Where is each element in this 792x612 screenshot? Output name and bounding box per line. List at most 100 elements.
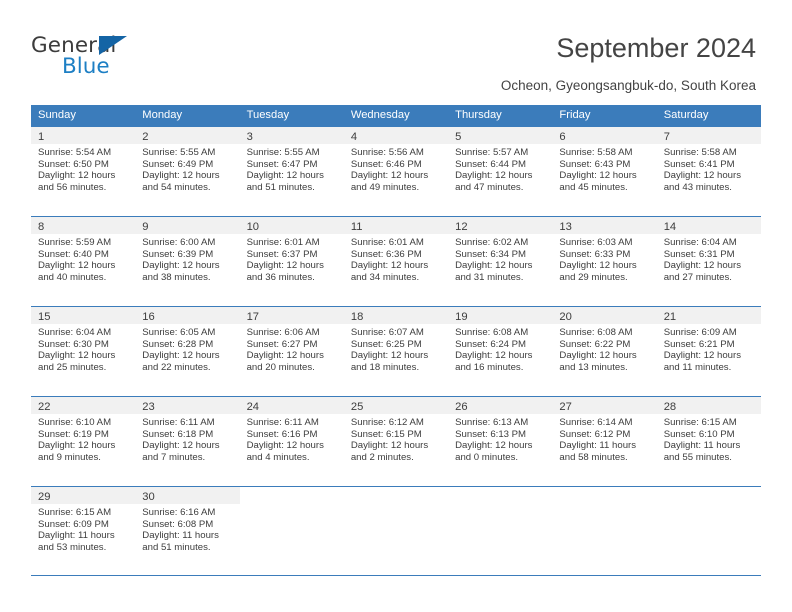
sunset-text: Sunset: 6:09 PM — [38, 518, 109, 530]
day-cell[interactable]: 13 Sunrise: 6:03 AM Sunset: 6:33 PM Dayl… — [552, 217, 657, 306]
sunset-text: Sunset: 6:10 PM — [663, 428, 735, 440]
day-cell[interactable]: 16 Sunrise: 6:05 AM Sunset: 6:28 PM Dayl… — [135, 307, 240, 396]
sunset-text: Sunset: 6:40 PM — [38, 248, 109, 260]
day-details: Sunrise: 5:54 AM Sunset: 6:50 PM Dayligh… — [31, 144, 135, 193]
daylight-text-line1: Daylight: 12 hours — [350, 170, 429, 182]
day-cell[interactable]: 5 Sunrise: 5:57 AM Sunset: 6:44 PM Dayli… — [448, 127, 553, 216]
day-details: Sunrise: 6:04 AM Sunset: 6:31 PM Dayligh… — [657, 234, 761, 283]
day-number-band: 23 — [135, 397, 240, 414]
daylight-text-line2: and 29 minutes. — [559, 271, 628, 283]
day-cell[interactable]: 7 Sunrise: 5:58 AM Sunset: 6:41 PM Dayli… — [656, 127, 761, 216]
day-details: Sunrise: 6:11 AM Sunset: 6:18 PM Dayligh… — [135, 414, 239, 463]
day-cell[interactable]: 30 Sunrise: 6:16 AM Sunset: 6:08 PM Dayl… — [135, 487, 240, 575]
day-details: Sunrise: 5:58 AM Sunset: 6:41 PM Dayligh… — [657, 144, 761, 193]
day-cell[interactable]: 3 Sunrise: 5:55 AM Sunset: 6:47 PM Dayli… — [239, 127, 344, 216]
day-cell[interactable]: 14 Sunrise: 6:04 AM Sunset: 6:31 PM Dayl… — [656, 217, 761, 306]
daylight-text-line1: Daylight: 12 hours — [455, 440, 533, 452]
sunset-text: Sunset: 6:12 PM — [559, 428, 631, 440]
sunset-text: Sunset: 6:31 PM — [663, 248, 735, 260]
day-number: 7 — [663, 131, 670, 143]
day-cell[interactable]: 18 Sunrise: 6:07 AM Sunset: 6:25 PM Dayl… — [343, 307, 449, 396]
day-number: 4 — [350, 131, 358, 143]
day-number-band: 3 — [239, 127, 344, 144]
day-number: 1 — [38, 131, 45, 143]
day-cell[interactable]: 17 Sunrise: 6:06 AM Sunset: 6:27 PM Dayl… — [239, 307, 344, 396]
daylight-text-line1: Daylight: 12 hours — [455, 170, 533, 182]
daylight-text-line2: and 36 minutes. — [246, 271, 315, 283]
day-cell[interactable]: 28 Sunrise: 6:15 AM Sunset: 6:10 PM Dayl… — [656, 397, 761, 486]
weekday-header-sunday: Sunday — [38, 109, 76, 121]
day-cell-empty — [239, 487, 344, 575]
day-number: 12 — [455, 221, 468, 233]
sunset-text: Sunset: 6:33 PM — [559, 248, 631, 260]
day-number-band: 26 — [448, 397, 553, 414]
day-number: 16 — [142, 311, 155, 323]
day-number-band: 11 — [343, 217, 449, 234]
day-cell[interactable]: 6 Sunrise: 5:58 AM Sunset: 6:43 PM Dayli… — [552, 127, 657, 216]
sunset-text: Sunset: 6:08 PM — [142, 518, 214, 530]
daylight-text-line2: and 25 minutes. — [38, 361, 107, 373]
sunrise-text: Sunrise: 6:01 AM — [350, 237, 424, 248]
daylight-text-line1: Daylight: 12 hours — [559, 170, 637, 182]
sunset-text: Sunset: 6:19 PM — [38, 428, 109, 440]
day-cell[interactable]: 21 Sunrise: 6:09 AM Sunset: 6:21 PM Dayl… — [656, 307, 761, 396]
day-number: 19 — [455, 311, 468, 323]
day-cell[interactable]: 24 Sunrise: 6:11 AM Sunset: 6:16 PM Dayl… — [239, 397, 344, 486]
day-cell[interactable]: 20 Sunrise: 6:08 AM Sunset: 6:22 PM Dayl… — [552, 307, 657, 396]
day-cell[interactable]: 19 Sunrise: 6:08 AM Sunset: 6:24 PM Dayl… — [448, 307, 553, 396]
day-number-band: 12 — [448, 217, 553, 234]
page-header: General Blue September 2024 Ocheon, Gyeo… — [0, 0, 792, 104]
sunset-text: Sunset: 6:46 PM — [350, 158, 422, 170]
day-number-band: 14 — [656, 217, 761, 234]
day-number-band: 20 — [552, 307, 657, 324]
daylight-text-line1: Daylight: 12 hours — [142, 260, 220, 272]
day-cell[interactable]: 9 Sunrise: 6:00 AM Sunset: 6:39 PM Dayli… — [135, 217, 240, 306]
day-cell[interactable]: 4 Sunrise: 5:56 AM Sunset: 6:46 PM Dayli… — [343, 127, 449, 216]
daylight-text-line2: and 47 minutes. — [455, 181, 524, 193]
sunrise-text: Sunrise: 6:10 AM — [38, 417, 112, 428]
day-number-band: 16 — [135, 307, 240, 324]
day-number-band: 19 — [448, 307, 553, 324]
day-details: Sunrise: 6:09 AM Sunset: 6:21 PM Dayligh… — [657, 324, 761, 373]
day-cell[interactable]: 15 Sunrise: 6:04 AM Sunset: 6:30 PM Dayl… — [31, 307, 136, 396]
day-details: Sunrise: 6:00 AM Sunset: 6:39 PM Dayligh… — [135, 234, 239, 283]
day-cell[interactable]: 11 Sunrise: 6:01 AM Sunset: 6:36 PM Dayl… — [343, 217, 449, 306]
daylight-text-line1: Daylight: 12 hours — [142, 170, 220, 182]
daylight-text-line1: Daylight: 12 hours — [559, 350, 637, 362]
day-cell[interactable]: 2 Sunrise: 5:55 AM Sunset: 6:49 PM Dayli… — [135, 127, 240, 216]
sunset-text: Sunset: 6:15 PM — [350, 428, 422, 440]
sunrise-text: Sunrise: 6:15 AM — [38, 507, 112, 518]
daylight-text-line2: and 53 minutes. — [38, 541, 107, 553]
day-cell[interactable]: 12 Sunrise: 6:02 AM Sunset: 6:34 PM Dayl… — [448, 217, 553, 306]
day-details: Sunrise: 5:57 AM Sunset: 6:44 PM Dayligh… — [448, 144, 552, 193]
day-cell[interactable]: 23 Sunrise: 6:11 AM Sunset: 6:18 PM Dayl… — [135, 397, 240, 486]
day-cell[interactable]: 25 Sunrise: 6:12 AM Sunset: 6:15 PM Dayl… — [343, 397, 449, 486]
day-number-band: 27 — [552, 397, 657, 414]
logo-triangle-icon — [99, 36, 127, 55]
day-details: Sunrise: 6:05 AM Sunset: 6:28 PM Dayligh… — [135, 324, 239, 373]
day-cell[interactable]: 10 Sunrise: 6:01 AM Sunset: 6:37 PM Dayl… — [239, 217, 344, 306]
general-blue-logo[interactable]: General Blue — [31, 33, 211, 85]
weekday-header-row: Sunday Monday Tuesday Wednesday Thursday… — [31, 105, 761, 126]
weekday-header-thursday: Thursday — [455, 109, 502, 121]
day-cell[interactable]: 27 Sunrise: 6:14 AM Sunset: 6:12 PM Dayl… — [552, 397, 657, 486]
sunrise-text: Sunrise: 5:57 AM — [455, 147, 529, 158]
day-cell[interactable]: 22 Sunrise: 6:10 AM Sunset: 6:19 PM Dayl… — [31, 397, 136, 486]
page-subtitle-location: Ocheon, Gyeongsangbuk-do, South Korea — [500, 78, 756, 93]
day-cell[interactable]: 8 Sunrise: 5:59 AM Sunset: 6:40 PM Dayli… — [31, 217, 136, 306]
day-details: Sunrise: 6:04 AM Sunset: 6:30 PM Dayligh… — [31, 324, 135, 373]
day-number-band: 18 — [343, 307, 449, 324]
day-number-band: 10 — [239, 217, 344, 234]
daylight-text-line2: and 51 minutes. — [142, 541, 211, 553]
day-number: 24 — [246, 401, 260, 413]
sunrise-text: Sunrise: 6:02 AM — [455, 237, 529, 248]
day-cell[interactable]: 1 Sunrise: 5:54 AM Sunset: 6:50 PM Dayli… — [31, 127, 136, 216]
sunset-text: Sunset: 6:22 PM — [559, 338, 631, 350]
daylight-text-line2: and 11 minutes. — [663, 361, 732, 373]
day-details: Sunrise: 5:58 AM Sunset: 6:43 PM Dayligh… — [552, 144, 656, 193]
day-details: Sunrise: 5:55 AM Sunset: 6:49 PM Dayligh… — [135, 144, 239, 193]
day-cell[interactable]: 26 Sunrise: 6:13 AM Sunset: 6:13 PM Dayl… — [448, 397, 553, 486]
day-cell[interactable]: 29 Sunrise: 6:15 AM Sunset: 6:09 PM Dayl… — [31, 487, 136, 575]
daylight-text-line2: and 54 minutes. — [142, 181, 211, 193]
day-number: 10 — [246, 221, 260, 233]
